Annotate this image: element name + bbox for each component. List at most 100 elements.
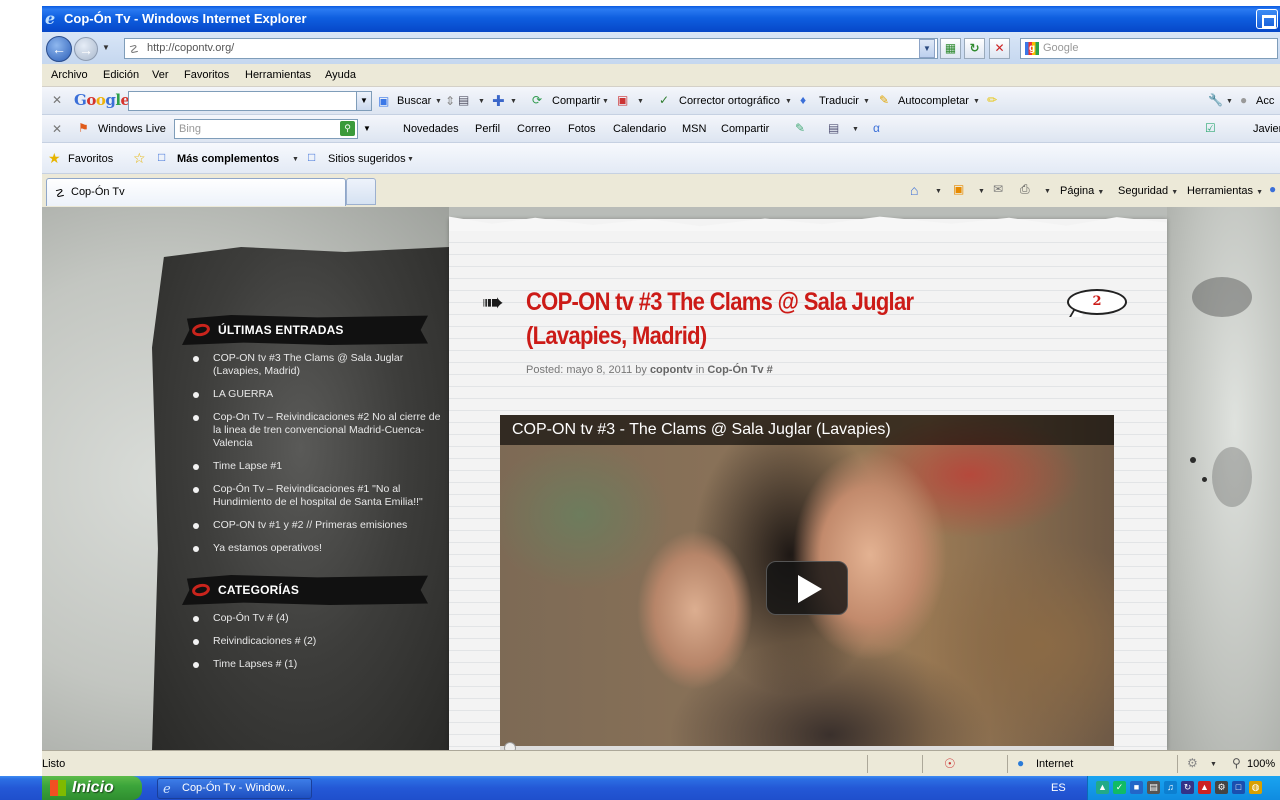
compartir-button[interactable]: Compartir	[552, 95, 600, 107]
recent-post-link[interactable]: LA GUERRA	[193, 388, 443, 401]
windows-live-label[interactable]: Windows Live	[98, 123, 166, 135]
menu-herramientas[interactable]: Herramientas	[245, 69, 311, 81]
layout-dropdown-icon[interactable]: ▼	[478, 98, 485, 105]
popup-dropdown-icon[interactable]: ▼	[637, 98, 644, 105]
account-link[interactable]: Acc	[1256, 95, 1274, 107]
live-link-correo[interactable]: Correo	[517, 123, 551, 135]
feed-dropdown-icon[interactable]: ▼	[978, 188, 985, 195]
protected-mode-dropdown-icon[interactable]: ▼	[1210, 761, 1217, 768]
autocompletar-dropdown-icon[interactable]: ▼	[973, 98, 980, 105]
post-title-link[interactable]: COP-ON tv #3 The Clams @ Sala Juglar (La…	[526, 285, 966, 353]
page-layout-icon[interactable]: ▤	[458, 93, 469, 107]
new-tab-button[interactable]	[346, 178, 376, 205]
tray-ati-icon[interactable]: ▲	[1198, 781, 1211, 794]
comment-count-bubble[interactable]: 2	[1067, 289, 1127, 315]
tray-app-icon[interactable]: ■	[1130, 781, 1143, 794]
compartir-dropdown-icon[interactable]: ▼	[602, 98, 609, 105]
tray-wireless-icon[interactable]: ◍	[1249, 781, 1262, 794]
recent-post-link[interactable]: Cop-On Tv – Reivindicaciones #2 No al ci…	[193, 411, 443, 450]
menu-favoritos[interactable]: Favoritos	[184, 69, 229, 81]
bing-search-icon[interactable]: ⚲	[340, 121, 355, 136]
tray-monitor-icon[interactable]: □	[1232, 781, 1245, 794]
buscar-dropdown-icon[interactable]: ▼	[435, 98, 442, 105]
add-favorite-star-icon[interactable]: ☆	[133, 150, 146, 167]
title-bar[interactable]: e Cop-Ón Tv - Windows Internet Explorer	[42, 6, 1280, 32]
menu-edicion[interactable]: Edición	[103, 69, 139, 81]
video-title[interactable]: COP-ON tv #3 - The Clams @ Sala Juglar (…	[500, 415, 1114, 445]
compatibility-view-button[interactable]: ▦	[940, 38, 961, 59]
post-author-link[interactable]: copontv	[650, 364, 693, 376]
live-link-fotos[interactable]: Fotos	[568, 123, 596, 135]
autocompletar-button[interactable]: Autocompletar	[898, 95, 969, 107]
mas-complementos-link[interactable]: Más complementos	[177, 153, 279, 165]
home-icon[interactable]: ⌂	[910, 182, 918, 198]
video-player[interactable]: COP-ON tv #3 - The Clams @ Sala Juglar (…	[500, 415, 1114, 750]
close-toolbar-icon[interactable]: ✕	[52, 93, 62, 107]
maximize-button[interactable]	[1256, 9, 1278, 29]
search-input[interactable]: g Google	[1020, 38, 1278, 59]
seguridad-menu[interactable]: Seguridad ▼	[1118, 185, 1178, 197]
sitios-sugeridos-link[interactable]: Sitios sugeridos	[328, 153, 406, 165]
forward-button[interactable]: →	[74, 37, 98, 61]
category-link[interactable]: Time Lapses # (1)	[193, 658, 443, 671]
menu-ver[interactable]: Ver	[152, 69, 169, 81]
play-button[interactable]	[766, 561, 848, 615]
recent-post-link[interactable]: COP-ON tv #3 The Clams @ Sala Juglar (La…	[193, 352, 443, 378]
refresh-button[interactable]: ↻	[964, 38, 985, 59]
print-icon[interactable]: ⎙	[1020, 182, 1030, 197]
favoritos-button[interactable]: Favoritos	[68, 153, 113, 165]
wrench-icon[interactable]: 🔧	[1208, 93, 1223, 107]
complementos-dropdown-icon[interactable]: ▼	[292, 156, 299, 163]
home-dropdown-icon[interactable]: ▼	[935, 188, 942, 195]
post-category-link[interactable]: Cop-Ón Tv #	[707, 364, 772, 376]
address-input[interactable]: ☡ http://copontv.org/	[124, 38, 938, 59]
checkbox-icon[interactable]: ☑	[1205, 121, 1216, 135]
zoom-icon[interactable]: ⚲	[1232, 756, 1241, 770]
corrector-button[interactable]: Corrector ortográfico	[679, 95, 780, 107]
buscar-button[interactable]: Buscar	[397, 95, 431, 107]
traducir-dropdown-icon[interactable]: ▼	[863, 98, 870, 105]
translate-live-icon[interactable]: α	[873, 121, 880, 135]
window-dropdown-icon[interactable]: ▼	[852, 126, 859, 133]
category-link[interactable]: Reivindicaciones # (2)	[193, 635, 443, 648]
recent-post-link[interactable]: COP-ON tv #1 y #2 // Primeras emisiones	[193, 519, 443, 532]
tray-network-icon[interactable]: ▲	[1096, 781, 1109, 794]
live-link-msn[interactable]: MSN	[682, 123, 706, 135]
video-scrubber-handle[interactable]	[504, 742, 516, 750]
bing-search-input[interactable]: Bing	[174, 119, 358, 139]
bing-dropdown-icon[interactable]: ▼	[360, 119, 374, 139]
popup-blocker-icon[interactable]: ▣	[617, 93, 628, 107]
add-dropdown-icon[interactable]: ▼	[510, 98, 517, 105]
taskbar-ie-window[interactable]: e Cop-Ón Tv - Window...	[157, 778, 312, 799]
user-name[interactable]: Javier	[1253, 123, 1280, 135]
zoom-level[interactable]: 100%	[1247, 758, 1275, 770]
corrector-dropdown-icon[interactable]: ▼	[785, 98, 792, 105]
live-link-novedades[interactable]: Novedades	[403, 123, 459, 135]
stop-button[interactable]: ✕	[989, 38, 1010, 59]
traducir-button[interactable]: Traducir	[819, 95, 859, 107]
back-button[interactable]: ←	[46, 36, 72, 62]
start-button[interactable]: Inicio	[42, 776, 142, 800]
security-zone-label[interactable]: Internet	[1036, 758, 1073, 770]
live-link-perfil[interactable]: Perfil	[475, 123, 500, 135]
google-search-input[interactable]	[128, 91, 358, 111]
menu-archivo[interactable]: Archivo	[51, 69, 88, 81]
protected-mode-icon[interactable]: ⚙	[1187, 756, 1198, 770]
tray-shield-icon[interactable]: ✓	[1113, 781, 1126, 794]
tab-cop-on-tv[interactable]: ☡ Cop-Ón Tv	[46, 178, 346, 206]
print-dropdown-icon[interactable]: ▼	[1044, 188, 1051, 195]
google-search-dropdown[interactable]: ▼	[356, 91, 372, 111]
category-link[interactable]: Cop-Ón Tv # (4)	[193, 612, 443, 625]
window-icon[interactable]: ▤	[828, 121, 839, 135]
pagina-menu[interactable]: Página ▼	[1060, 185, 1104, 197]
live-link-compartir[interactable]: Compartir	[721, 123, 769, 135]
add-plus-icon[interactable]: ✚	[492, 92, 505, 110]
live-link-calendario[interactable]: Calendario	[613, 123, 666, 135]
tray-speaker-icon[interactable]: ♫	[1164, 781, 1177, 794]
mail-icon[interactable]: ✉	[993, 182, 1003, 196]
highlighter-icon[interactable]: ✏	[987, 93, 997, 107]
recent-post-link[interactable]: Cop-Ón Tv – Reivindicaciones #1 "No al H…	[193, 483, 443, 509]
rss-feed-icon[interactable]: ▣	[953, 182, 964, 196]
blog-edit-icon[interactable]: ✎	[795, 121, 805, 135]
move-handle-icon[interactable]: ⇕	[445, 94, 455, 108]
